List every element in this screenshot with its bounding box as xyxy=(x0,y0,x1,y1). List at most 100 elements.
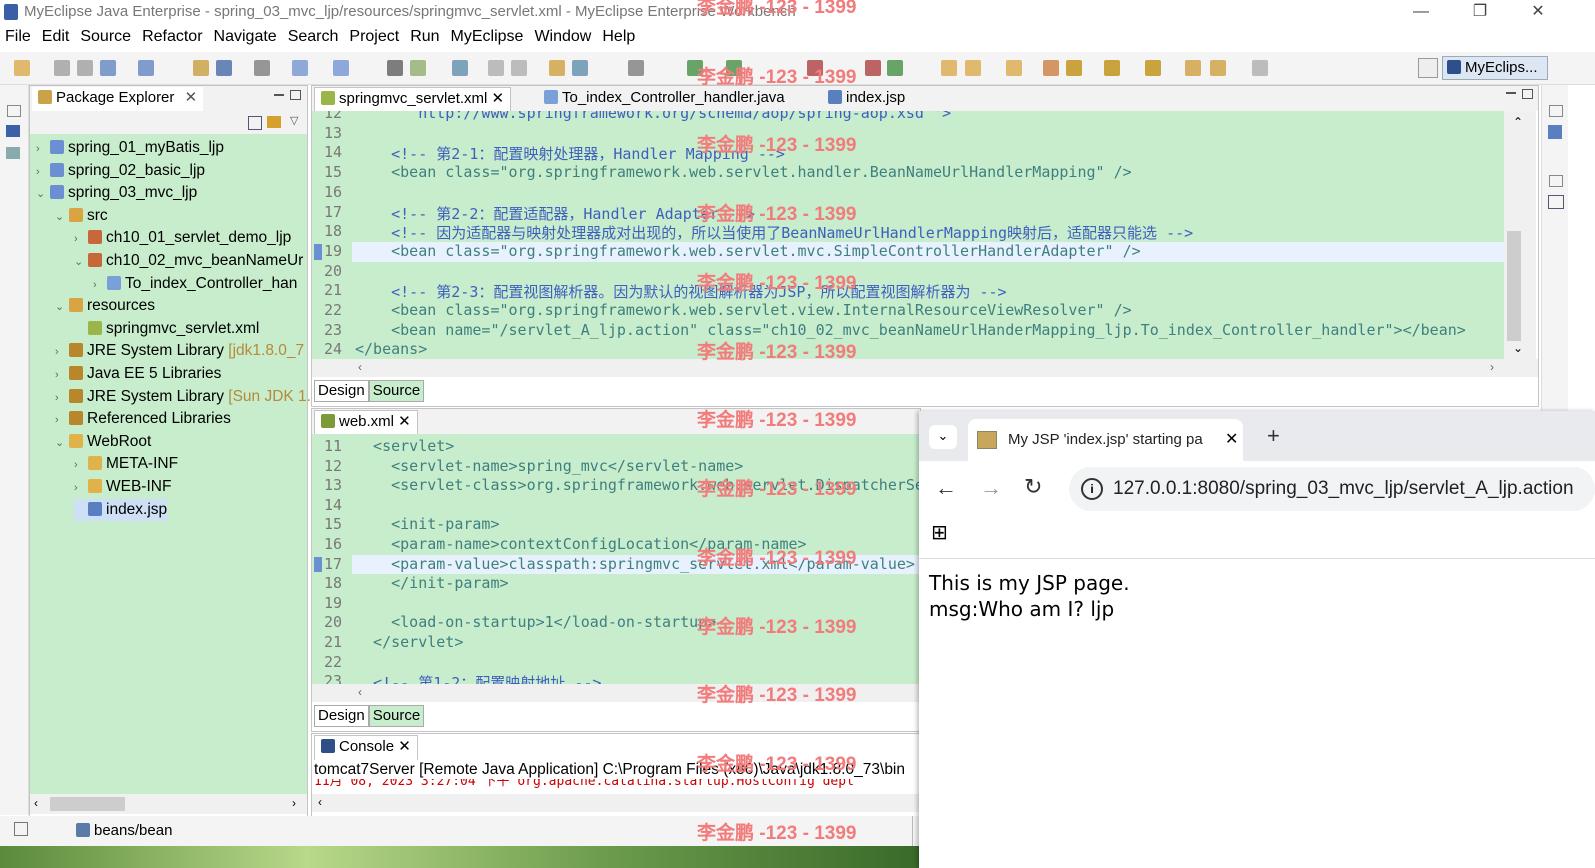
vertical-scrollbar[interactable]: ⌃ ⌄ xyxy=(1504,111,1536,359)
minimize-view-icon[interactable] xyxy=(274,94,284,96)
close-tab-icon[interactable]: ✕ xyxy=(1225,429,1238,449)
apps-icon[interactable]: ⊞ xyxy=(931,523,951,543)
back-icon[interactable]: ← xyxy=(935,475,957,501)
editor-tab[interactable]: To_index_Controller_handler.java xyxy=(538,87,791,111)
collapse-all-icon[interactable] xyxy=(248,116,262,130)
coverage-icon[interactable] xyxy=(865,60,881,76)
tree-item[interactable]: › Referenced Libraries xyxy=(55,408,231,430)
tree-item[interactable]: › Java EE 5 Libraries xyxy=(55,363,221,385)
new-package-icon[interactable] xyxy=(452,60,468,76)
menu-item-refactor[interactable]: Refactor xyxy=(137,26,208,46)
history-icon[interactable] xyxy=(1043,60,1059,76)
tree-item[interactable]: index.jsp xyxy=(74,498,168,521)
scroll-up-icon[interactable]: ⌃ xyxy=(1513,115,1523,129)
maximize-view-icon[interactable] xyxy=(290,90,301,100)
collapsed-icon[interactable]: › xyxy=(55,387,69,409)
collapsed-icon[interactable]: › xyxy=(74,454,88,476)
collapsed-icon[interactable]: › xyxy=(74,477,88,499)
menu-item-project[interactable]: Project xyxy=(344,26,405,46)
open-folder-icon[interactable] xyxy=(941,60,957,76)
site-info-icon[interactable]: i xyxy=(1081,478,1103,500)
close-view-icon[interactable]: ✕ xyxy=(185,89,198,106)
source-tab[interactable]: Source xyxy=(368,705,425,727)
editor-tab[interactable]: springmvc_servlet.xml ✕ xyxy=(314,87,512,112)
scrollbar-thumb[interactable] xyxy=(50,797,125,811)
tree-item[interactable]: › JRE System Library [Sun JDK 1. xyxy=(55,386,311,408)
tree-item[interactable]: › spring_02_basic_ljp xyxy=(36,160,205,182)
collapsed-icon[interactable]: › xyxy=(74,228,88,250)
previous-annotation-icon[interactable] xyxy=(1104,60,1120,76)
tree-item[interactable]: › META-INF xyxy=(74,453,178,475)
restore-icon[interactable] xyxy=(7,105,21,117)
restore-icon[interactable] xyxy=(1549,105,1563,117)
tree-item[interactable]: ⌄ WebRoot xyxy=(55,431,151,453)
print-icon[interactable] xyxy=(100,60,116,76)
tree-item[interactable]: › spring_01_myBatis_ljp xyxy=(36,137,224,159)
refresh-icon[interactable] xyxy=(887,60,903,76)
expanded-icon[interactable]: ⌄ xyxy=(55,206,69,228)
open-task-icon[interactable] xyxy=(572,60,588,76)
external-tools-icon[interactable] xyxy=(387,60,403,76)
debug-icon[interactable] xyxy=(333,60,349,76)
server-icon[interactable] xyxy=(216,60,232,76)
menu-item-file[interactable]: File xyxy=(0,26,37,46)
menu-item-edit[interactable]: Edit xyxy=(37,26,76,46)
folder-icon[interactable] xyxy=(1006,60,1022,76)
view-menu-icon[interactable]: ▽ xyxy=(290,114,298,127)
new-icon[interactable] xyxy=(14,60,30,76)
address-bar[interactable]: i 127.0.0.1:8080/spring_03_mvc_ljp/servl… xyxy=(1069,467,1595,511)
tree-item[interactable]: › JRE System Library [jdk1.8.0_7 xyxy=(55,340,304,362)
expanded-icon[interactable]: ⌄ xyxy=(55,432,69,454)
design-tab[interactable]: Design xyxy=(314,705,369,727)
minimize-editor-icon[interactable] xyxy=(1506,92,1516,94)
scroll-left-icon[interactable]: ‹ xyxy=(318,795,322,809)
menu-item-search[interactable]: Search xyxy=(283,26,345,46)
fast-view-icon[interactable] xyxy=(14,822,28,836)
menu-item-myeclipse[interactable]: MyEclipse xyxy=(446,26,530,46)
tab-web-xml[interactable]: web.xml ✕ xyxy=(314,410,418,435)
source-tab[interactable]: Source xyxy=(368,380,425,402)
tree-item[interactable]: › ch10_01_servlet_demo_ljp xyxy=(74,227,291,249)
close-button[interactable]: ✕ xyxy=(1515,0,1561,26)
scrollbar-thumb[interactable] xyxy=(1507,231,1521,341)
menu-item-window[interactable]: Window xyxy=(529,26,597,46)
menu-item-help[interactable]: Help xyxy=(597,26,641,46)
forward-history-icon[interactable] xyxy=(1210,60,1226,76)
more-icon[interactable] xyxy=(1252,60,1268,76)
restore-icon[interactable] xyxy=(1549,175,1563,187)
link-with-editor-icon[interactable] xyxy=(267,116,281,128)
forward-icon[interactable]: → xyxy=(980,475,1002,501)
collapsed-icon[interactable]: › xyxy=(93,274,107,296)
save-icon[interactable] xyxy=(54,60,70,76)
menu-item-navigate[interactable]: Navigate xyxy=(209,26,283,46)
properties-view-icon[interactable] xyxy=(1548,195,1564,209)
collapsed-icon[interactable]: › xyxy=(36,161,50,183)
collapsed-icon[interactable]: › xyxy=(36,138,50,160)
scroll-left-icon[interactable]: ‹ xyxy=(358,685,362,699)
code-area[interactable]: 12 http://www.springframework.org/schema… xyxy=(312,111,1504,359)
annotation-icon[interactable] xyxy=(965,60,981,76)
scroll-right-icon[interactable]: › xyxy=(1490,360,1494,374)
new-wizard-icon[interactable] xyxy=(138,60,154,76)
tree-item[interactable]: ⌄ spring_03_mvc_ljp xyxy=(36,182,197,204)
console-tab[interactable]: Console ✕ xyxy=(314,735,418,760)
menu-item-run[interactable]: Run xyxy=(405,26,445,46)
collapsed-icon[interactable]: › xyxy=(55,341,69,363)
collapsed-icon[interactable]: › xyxy=(55,409,69,431)
scroll-left-icon[interactable]: ‹ xyxy=(34,796,38,810)
expanded-icon[interactable]: ⌄ xyxy=(74,251,88,273)
back-icon[interactable] xyxy=(1145,60,1161,76)
design-tab[interactable]: Design xyxy=(314,380,369,402)
search-icon[interactable] xyxy=(292,60,308,76)
outline-icon[interactable] xyxy=(6,147,20,159)
browser-tab[interactable]: My JSP 'index.jsp' starting pa ✕ xyxy=(968,419,1243,461)
minimize-button[interactable]: — xyxy=(1398,0,1444,26)
maximize-button[interactable]: ❐ xyxy=(1457,0,1503,26)
editor-hscrollbar[interactable]: ‹ › xyxy=(312,359,1538,377)
open-type-icon[interactable] xyxy=(254,60,270,76)
screenshot-icon[interactable] xyxy=(628,60,644,76)
perspective-button[interactable]: MyEclips... xyxy=(1442,56,1548,80)
tab-search-icon[interactable]: ⌄ xyxy=(929,425,957,449)
open-perspective-icon[interactable] xyxy=(1418,58,1438,78)
forward-icon[interactable] xyxy=(1185,60,1201,76)
